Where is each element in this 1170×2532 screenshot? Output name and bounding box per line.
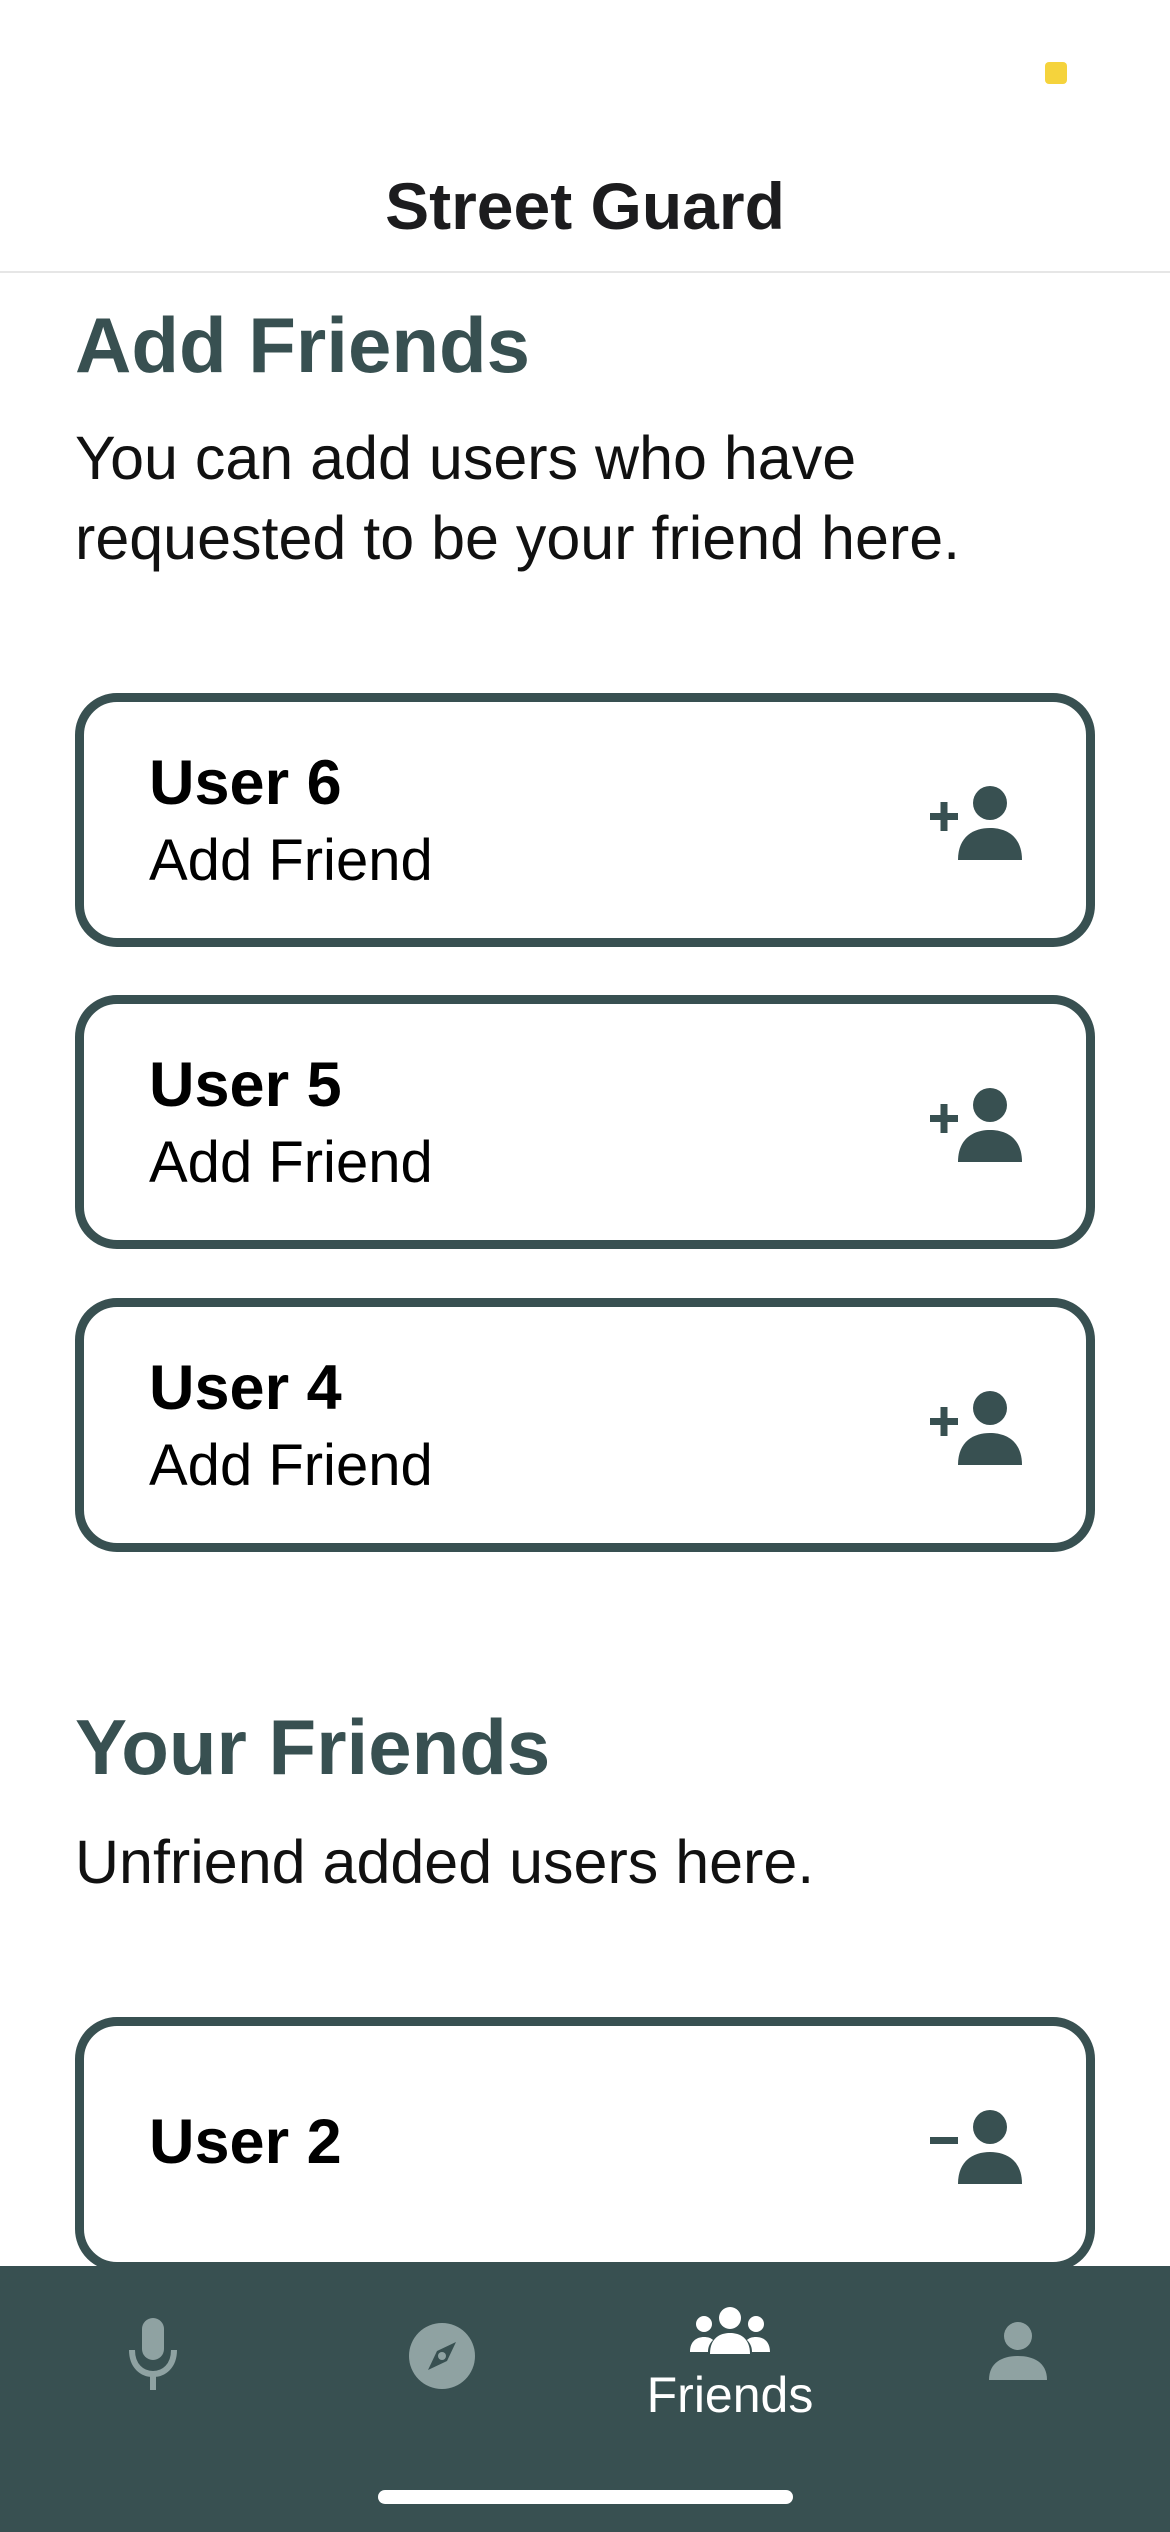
request-user-name: User 4	[149, 1353, 342, 1423]
request-action-label: Add Friend	[149, 1433, 433, 1498]
your-friends-description: Unfriend added users here.	[75, 1828, 815, 1896]
add-friends-description: You can add users who have requested to …	[75, 424, 961, 572]
tab-friends-label: Friends	[646, 2367, 814, 2423]
person-add-icon[interactable]	[930, 1389, 1026, 1465]
person-add-icon[interactable]	[930, 784, 1026, 860]
request-user-name: User 5	[149, 1050, 342, 1120]
person-remove-icon[interactable]	[930, 2108, 1026, 2184]
home-indicator[interactable]	[378, 2490, 793, 2504]
friend-request-card[interactable]: User 6 Add Friend	[75, 693, 1095, 947]
friend-request-card[interactable]: User 4 Add Friend	[75, 1298, 1095, 1552]
friends-icon	[690, 2307, 770, 2354]
app-title: Street Guard	[385, 169, 785, 243]
tab-friends[interactable]: Friends	[585, 2266, 875, 2466]
friend-user-name: User 2	[149, 2107, 342, 2177]
friend-request-card[interactable]: User 5 Add Friend	[75, 995, 1095, 1249]
compass-icon	[409, 2323, 475, 2389]
profile-icon	[989, 2322, 1047, 2380]
request-action-label: Add Friend	[149, 1130, 433, 1195]
friend-card[interactable]: User 2	[75, 2017, 1095, 2271]
your-friends-heading: Your Friends	[75, 1703, 551, 1791]
add-friends-heading: Add Friends	[75, 301, 531, 389]
tab-profile[interactable]	[873, 2266, 1163, 2466]
app-header: Street Guard	[0, 0, 1170, 273]
tab-microphone[interactable]	[8, 2266, 298, 2466]
tab-explore[interactable]	[298, 2266, 588, 2466]
request-user-name: User 6	[149, 748, 342, 818]
request-action-label: Add Friend	[149, 828, 433, 893]
person-add-icon[interactable]	[930, 1086, 1026, 1162]
microphone-icon	[129, 2318, 177, 2390]
